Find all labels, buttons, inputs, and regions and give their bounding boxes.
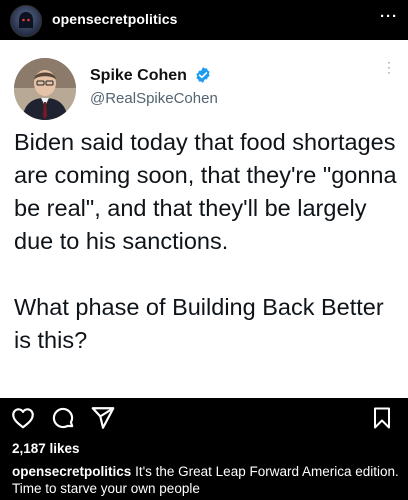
like-count[interactable]: 2,187 likes <box>12 441 80 456</box>
post-caption: opensecretpolitics It's the Great Leap F… <box>12 463 402 497</box>
tweet-text: Biden said today that food shortages are… <box>14 129 397 353</box>
post-actions <box>0 398 408 438</box>
tweet-author-avatar <box>14 58 76 120</box>
hooded-figure-icon <box>19 12 33 28</box>
tweet-author-handle: @RealSpikeCohen <box>90 90 218 107</box>
tweet-author-name: Spike Cohen <box>90 67 187 84</box>
share-icon[interactable] <box>90 405 116 431</box>
post-header: opensecretpolitics ··· <box>0 0 408 40</box>
account-username[interactable]: opensecretpolitics <box>52 11 178 27</box>
post-image: Spike Cohen @RealSpikeCohen ⋮ Biden said… <box>0 40 408 398</box>
caption-username[interactable]: opensecretpolitics <box>12 464 131 479</box>
verified-badge-icon <box>196 67 210 83</box>
heart-icon[interactable] <box>10 405 36 431</box>
bookmark-icon[interactable] <box>370 405 394 431</box>
comment-icon[interactable] <box>50 405 76 431</box>
more-vertical-icon: ⋮ <box>382 59 396 75</box>
account-avatar[interactable] <box>10 5 42 37</box>
more-horizontal-icon[interactable]: ··· <box>380 8 398 25</box>
